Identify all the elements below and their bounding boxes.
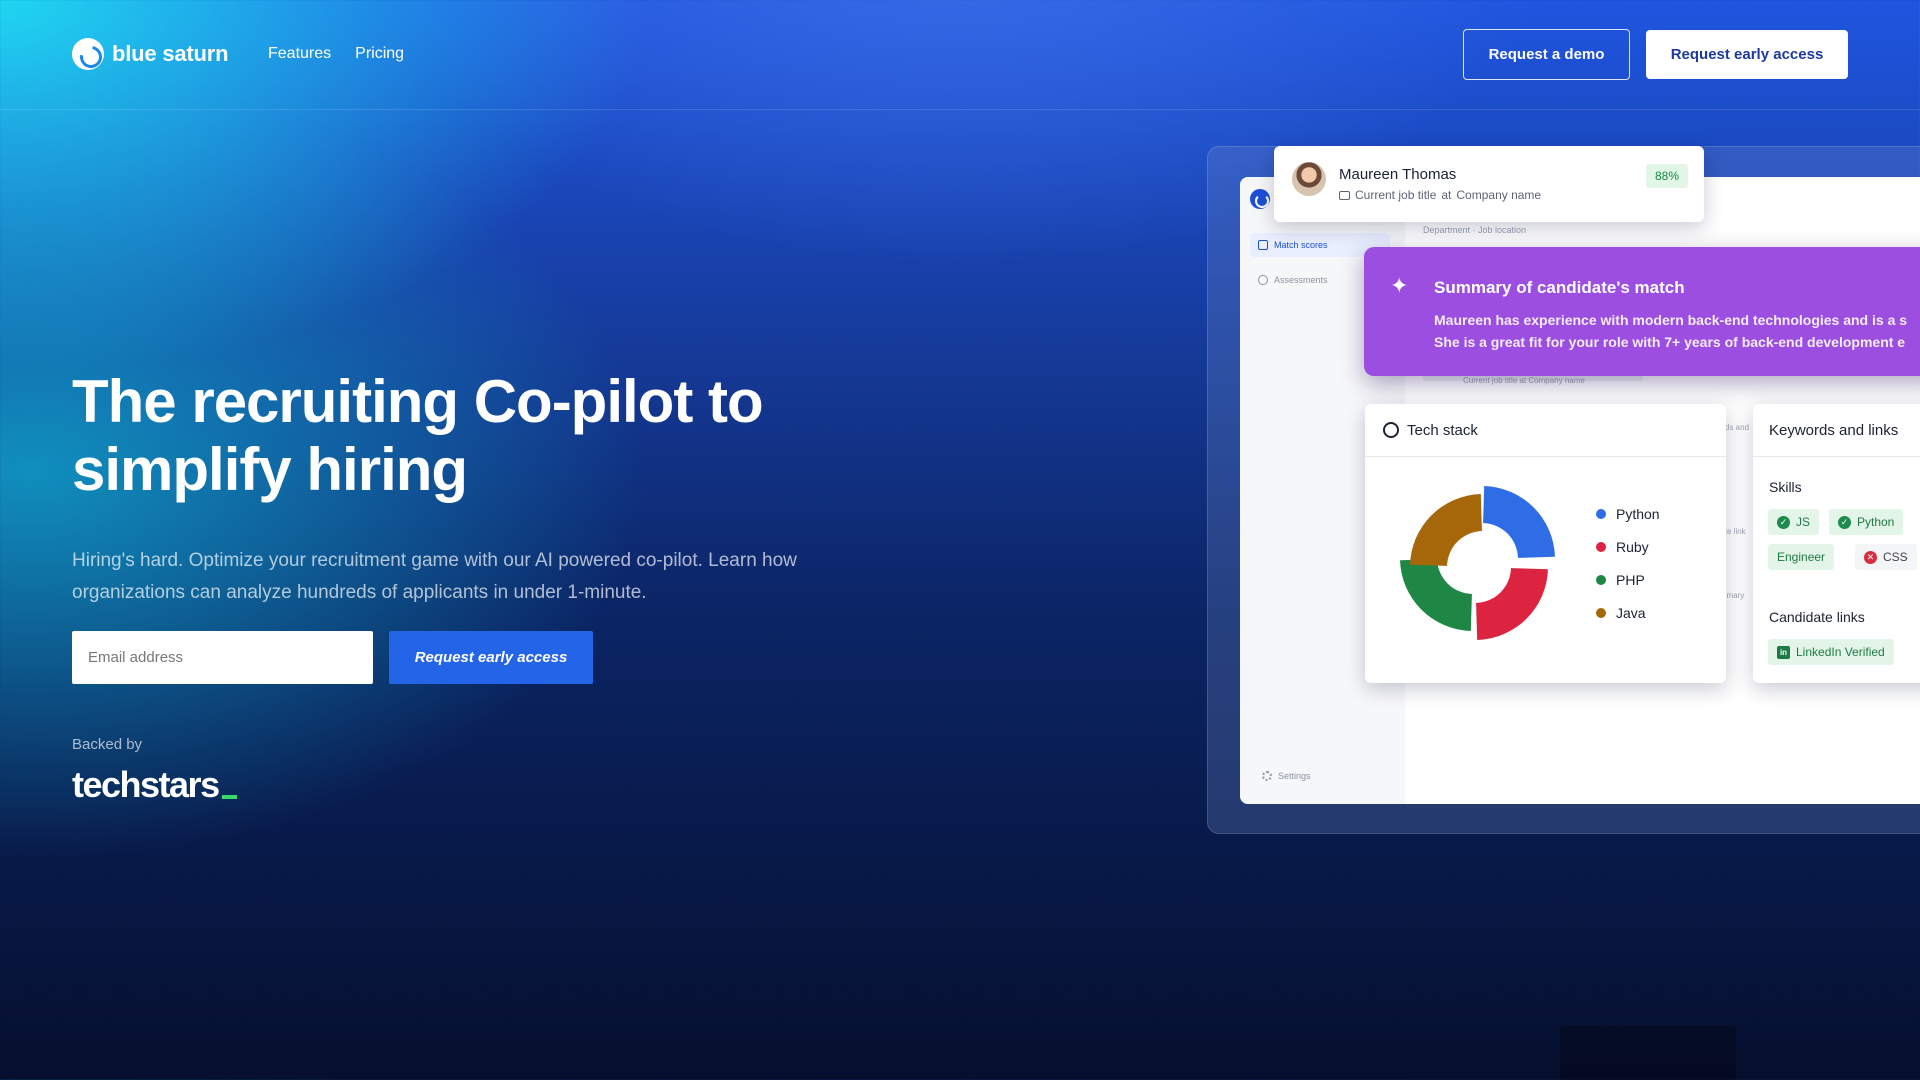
techstars-wordmark: techstars — [72, 764, 220, 805]
donut-slice-ruby — [1476, 568, 1548, 640]
nav-link-features[interactable]: Features — [268, 45, 331, 63]
summary-body: Maureen has experience with modern back-… — [1434, 309, 1920, 353]
link-label: LinkedIn Verified — [1796, 645, 1885, 659]
faded-text: ds and — [1725, 423, 1750, 432]
github-icon — [1383, 422, 1399, 438]
sidebar-item-label: Assessments — [1274, 275, 1328, 285]
skill-label: Python — [1857, 515, 1895, 529]
nav-link-pricing[interactable]: Pricing — [355, 45, 404, 63]
brand-logo[interactable]: blue saturn — [72, 38, 229, 70]
summary-title: Summary of candidate's match — [1434, 278, 1685, 297]
skill-chip-js: ✓ JS — [1768, 509, 1820, 535]
hero-title: The recruiting Co-pilot to simplify hiri… — [72, 368, 764, 503]
top-nav: blue saturn Features Pricing Request a d… — [0, 0, 1920, 110]
tech-stack-donut-chart — [1400, 486, 1555, 640]
legend-label: Java — [1616, 605, 1646, 621]
keywords-title: Keywords and links — [1753, 404, 1920, 457]
legend-dot — [1596, 608, 1606, 618]
tech-stack-header: Tech stack — [1365, 404, 1726, 457]
skill-label: CSS — [1883, 550, 1908, 564]
candidate-summary-card: ✦ Summary of candidate's match Maureen h… — [1364, 247, 1920, 376]
sidebar-item-label: Match scores — [1274, 240, 1328, 250]
request-demo-button[interactable]: Request a demo — [1463, 29, 1630, 80]
grid-icon — [1258, 240, 1268, 250]
assessment-icon — [1258, 275, 1268, 285]
x-icon: ✕ — [1864, 550, 1877, 564]
sidebar-item-settings[interactable]: Settings — [1262, 771, 1311, 781]
techstars-underscore — [221, 795, 237, 799]
match-score-badge: 88% — [1645, 164, 1688, 188]
hero-subtitle: Hiring's hard. Optimize your recruitment… — [72, 550, 797, 603]
legend-label: PHP — [1616, 572, 1645, 588]
tech-stack-legend: Python Ruby PHP Java — [1596, 506, 1660, 621]
skill-label: Engineer — [1777, 550, 1826, 564]
request-early-access-nav-button[interactable]: Request early access — [1646, 30, 1848, 79]
linkedin-link-chip[interactable]: in LinkedIn Verified — [1768, 639, 1894, 665]
candidate-job: Current job title at Company name — [1339, 188, 1541, 202]
legend-item-java: Java — [1596, 605, 1660, 621]
sparkle-icon: ✦ — [1390, 273, 1409, 298]
techstars-logo: techstars — [72, 764, 237, 806]
brand-name: blue saturn — [112, 41, 229, 66]
app-logo-icon — [1250, 189, 1270, 209]
summary-line: She is a great fit for your role with 7+… — [1434, 334, 1906, 350]
skill-label: JS — [1796, 515, 1811, 529]
summary-line: Maureen has experience with modern back-… — [1434, 312, 1908, 328]
check-icon: ✓ — [1838, 515, 1851, 529]
check-icon: ✓ — [1777, 515, 1790, 529]
tech-stack-card: Tech stack Python Ruby PHP Java — [1365, 404, 1726, 683]
legend-dot — [1596, 509, 1606, 519]
skills-label: Skills — [1769, 479, 1802, 495]
job-at: at — [1441, 188, 1452, 202]
legend-item-php: PHP — [1596, 572, 1660, 588]
gear-icon — [1262, 771, 1272, 781]
dark-overlay — [1560, 1026, 1736, 1080]
nav-links: Features Pricing — [268, 45, 404, 63]
linkedin-icon: in — [1777, 645, 1790, 659]
legend-label: Ruby — [1616, 539, 1649, 555]
faded-text: ite link — [1723, 527, 1746, 536]
legend-item-python: Python — [1596, 506, 1660, 522]
legend-label: Python — [1616, 506, 1660, 522]
skill-chip-engineer: Engineer — [1768, 544, 1835, 570]
job-title: Current job title — [1355, 188, 1437, 202]
company-name: Company name — [1456, 188, 1542, 202]
candidate-name: Maureen Thomas — [1339, 166, 1457, 183]
faded-job-line: Current job title at Company name — [1463, 376, 1585, 385]
legend-dot — [1596, 575, 1606, 585]
backed-by-label: Backed by — [72, 736, 143, 753]
donut-slice-python — [1483, 486, 1555, 558]
request-early-access-button[interactable]: Request early access — [389, 631, 593, 684]
department-line: Department · Job location — [1423, 225, 1527, 235]
candidate-links-label: Candidate links — [1769, 609, 1865, 625]
donut-slice-php — [1400, 559, 1472, 631]
legend-dot — [1596, 542, 1606, 552]
tech-stack-title: Tech stack — [1407, 421, 1478, 439]
skill-chip-python: ✓ Python — [1829, 509, 1904, 535]
settings-label: Settings — [1278, 771, 1311, 781]
briefcase-icon — [1339, 190, 1350, 200]
avatar — [1292, 162, 1326, 196]
email-input[interactable] — [72, 631, 373, 684]
legend-item-ruby: Ruby — [1596, 539, 1660, 555]
candidate-profile-card[interactable]: Maureen Thomas Current job title at Comp… — [1274, 146, 1704, 222]
donut-slice-java — [1410, 494, 1482, 566]
skill-chip-css: ✕ CSS — [1855, 544, 1917, 570]
saturn-logo-icon — [72, 38, 104, 70]
keywords-card: Keywords and links Skills ✓ JS ✓ Python En… — [1753, 404, 1920, 683]
